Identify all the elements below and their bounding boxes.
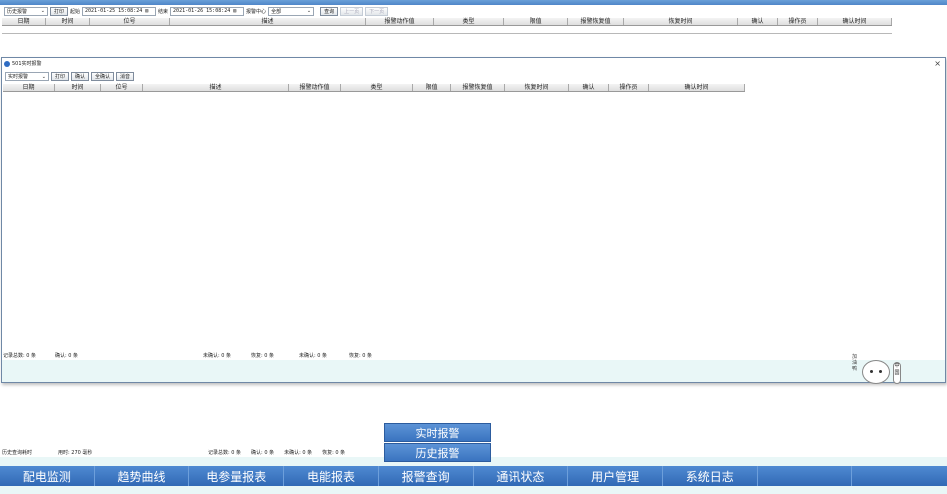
- mascot-face-icon: [862, 360, 890, 384]
- col-desc[interactable]: 描述: [170, 18, 366, 25]
- app-icon: [4, 60, 10, 67]
- history-status-time: 用时: 270 毫秒: [58, 449, 93, 456]
- next-page-button[interactable]: 下一页: [365, 6, 389, 16]
- rt-col-operator[interactable]: 操作员: [609, 84, 649, 91]
- nav-power-monitor[interactable]: 配电监测: [0, 466, 95, 486]
- history-empty-row: [2, 26, 892, 34]
- history-status-left: 历史查询耗时: [2, 449, 33, 456]
- realtime-status-bar: 记录总数: 0 条 确认: 0 条 未确认: 0 条 恢复: 0 条 未确认: …: [2, 350, 945, 360]
- submenu-realtime-alarm[interactable]: 实时报警: [384, 423, 491, 442]
- nav-system-log[interactable]: 系统日志: [662, 466, 758, 486]
- realtime-mode-select[interactable]: 实时报警 ⌄: [5, 72, 49, 81]
- start-datetime-input[interactable]: 2021-01-25 15:08:24 ▥: [82, 6, 157, 16]
- col-confirm-time[interactable]: 确认时间: [818, 18, 892, 25]
- center-label: 报警中心: [246, 8, 267, 15]
- rt-status-total: 记录总数: 0 条: [3, 352, 37, 359]
- col-type[interactable]: 类型: [434, 18, 504, 25]
- bottom-strip: [0, 486, 947, 494]
- nav-alarm-query[interactable]: 报警查询: [378, 466, 474, 486]
- confirm-all-button[interactable]: 全确认: [91, 72, 115, 81]
- realtime-toolbar: 实时报警 ⌄ 打印 确认 全确认 消音: [5, 72, 135, 81]
- realtime-footer: [2, 360, 945, 382]
- history-print-button[interactable]: 打印: [50, 6, 69, 16]
- col-date[interactable]: 日期: [2, 18, 46, 25]
- rt-status-unconfirmed-1: 未确认: 0 条: [203, 352, 232, 359]
- calendar-icon: ▥: [145, 8, 149, 14]
- history-mode-value: 历史报警: [7, 8, 28, 15]
- chevron-down-icon: ⌄: [40, 8, 45, 14]
- calendar-icon: ▥: [233, 8, 237, 14]
- mascot-sticker: 加油鸭 中国: [850, 352, 910, 396]
- close-icon[interactable]: ×: [934, 59, 941, 68]
- rt-col-tag[interactable]: 位号: [101, 84, 143, 91]
- confirm-button[interactable]: 确认: [71, 72, 90, 81]
- mascot-side-text: 中国: [893, 362, 901, 384]
- realtime-title: 501实时报警: [12, 61, 42, 67]
- query-button[interactable]: 查询: [320, 6, 339, 16]
- col-operator[interactable]: 操作员: [778, 18, 818, 25]
- rt-col-recover-time[interactable]: 恢复时间: [505, 84, 569, 91]
- bottom-nav: 配电监测 趋势曲线 电参量报表 电能报表 报警查询 通讯状态 用户管理 系统日志: [0, 466, 947, 486]
- realtime-mode-value: 实时报警: [8, 74, 29, 80]
- rt-col-time[interactable]: 时间: [55, 84, 101, 91]
- rt-status-confirmed: 确认: 0 条: [55, 352, 79, 359]
- rt-status-recovered-2: 恢复: 0 条: [349, 352, 373, 359]
- col-confirm[interactable]: 确认: [738, 18, 778, 25]
- nav-comm-status[interactable]: 通讯状态: [473, 466, 569, 486]
- rt-col-desc[interactable]: 描述: [143, 84, 289, 91]
- rt-status-unconfirmed-2: 未确认: 0 条: [299, 352, 328, 359]
- rt-col-action-value[interactable]: 报警动作值: [289, 84, 341, 91]
- nav-electric-report[interactable]: 电参量报表: [189, 466, 285, 486]
- start-label: 起始: [70, 8, 81, 15]
- prev-page-button[interactable]: 上一页: [340, 6, 364, 16]
- nav-empty-1[interactable]: [757, 466, 853, 486]
- rt-col-recover-value[interactable]: 报警恢复值: [451, 84, 505, 91]
- rt-col-type[interactable]: 类型: [341, 84, 413, 91]
- center-value: 全部: [271, 8, 282, 15]
- history-status-total: 记录总数: 0 条: [208, 449, 242, 456]
- rt-col-limit[interactable]: 限值: [413, 84, 451, 91]
- col-time[interactable]: 时间: [46, 18, 90, 25]
- history-table-header: 日期 时间 位号 描述 报警动作值 类型 限值 报警恢复值 恢复时间 确认 操作…: [2, 18, 892, 26]
- rt-col-confirm-time[interactable]: 确认时间: [649, 84, 745, 91]
- col-tag[interactable]: 位号: [90, 18, 170, 25]
- realtime-title-bar[interactable]: 501实时报警: [2, 58, 945, 69]
- mascot-left-text: 加油鸭: [852, 354, 858, 372]
- center-select[interactable]: 全部 ⌄: [268, 6, 315, 16]
- end-label: 结束: [158, 8, 169, 15]
- history-mode-select[interactable]: 历史报警 ⌄: [4, 6, 48, 16]
- nav-energy-report[interactable]: 电能报表: [284, 466, 379, 486]
- col-recover-time[interactable]: 恢复时间: [624, 18, 738, 25]
- alarm-submenu: 实时报警 历史报警: [384, 423, 491, 463]
- col-recover-value[interactable]: 报警恢复值: [568, 18, 624, 25]
- rt-status-recovered-1: 恢复: 0 条: [251, 352, 275, 359]
- rt-col-confirm[interactable]: 确认: [569, 84, 609, 91]
- rt-col-date[interactable]: 日期: [3, 84, 55, 91]
- end-datetime-value: 2021-01-26 15:08:24: [173, 8, 231, 14]
- end-datetime-input[interactable]: 2021-01-26 15:08:24 ▥: [170, 6, 245, 16]
- col-limit[interactable]: 限值: [504, 18, 568, 25]
- start-datetime-value: 2021-01-25 15:08:24: [85, 8, 143, 14]
- nav-empty-2[interactable]: [852, 466, 947, 486]
- col-action-value[interactable]: 报警动作值: [366, 18, 434, 25]
- mute-button[interactable]: 消音: [116, 72, 135, 81]
- chevron-down-icon: ⌄: [306, 8, 312, 14]
- chevron-down-icon: ⌄: [41, 73, 46, 80]
- realtime-print-button[interactable]: 打印: [51, 72, 70, 81]
- nav-user-manage[interactable]: 用户管理: [568, 466, 663, 486]
- realtime-alarm-window: 501实时报警 × 实时报警 ⌄ 打印 确认 全确认 消音 日期 时间 位号 描述…: [1, 57, 946, 383]
- history-status-confirmed: 确认: 0 条: [251, 449, 275, 456]
- nav-trend-curve[interactable]: 趋势曲线: [94, 466, 190, 486]
- history-toolbar: 历史报警 ⌄ 打印 起始 2021-01-25 15:08:24 ▥ 结束 202…: [0, 5, 410, 17]
- realtime-table-header: 日期 时间 位号 描述 报警动作值 类型 限值 报警恢复值 恢复时间 确认 操作…: [3, 84, 745, 92]
- history-status-recovered: 恢复: 0 条: [322, 449, 346, 456]
- submenu-history-alarm[interactable]: 历史报警: [384, 443, 491, 462]
- history-status-unconfirmed: 未确认: 0 条: [284, 449, 313, 456]
